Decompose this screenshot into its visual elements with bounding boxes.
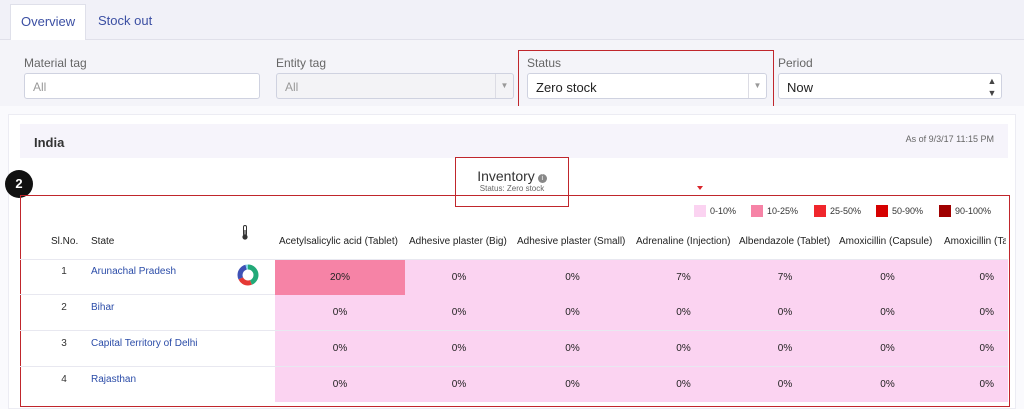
heatmap-cell[interactable]: 0% [835,367,940,402]
period-value: Now [787,80,814,95]
heatmap-cell[interactable]: 0% [632,331,735,366]
heatmap-cell[interactable]: 0% [735,295,835,330]
heatmap-cell[interactable]: 7% [632,260,735,295]
material-tag-input[interactable]: All [24,73,260,99]
row-number: 1 [61,266,67,277]
status-highlight-box [518,50,774,112]
legend-swatch [694,205,706,217]
heatmap-cell[interactable]: 0% [735,331,835,366]
legend-swatch [939,205,951,217]
entity-tag-select[interactable]: All ▼ [276,73,514,99]
legend-swatch [876,205,888,217]
heatmap-cell[interactable]: 0% [513,367,632,402]
header-material[interactable]: Albendazole (Tablet) [739,236,830,247]
heatmap-cell[interactable]: 7% [735,260,835,295]
heatmap-cell[interactable]: 0% [405,331,513,366]
entity-tag-value: All [285,80,299,94]
heatmap-cell[interactable]: 0% [940,331,1008,366]
step-badge: 2 [5,170,33,198]
heatmap-cell[interactable]: 0% [940,367,1008,402]
heatmap-cell[interactable]: 0% [940,295,1008,330]
heatmap-cell[interactable]: 0% [835,260,940,295]
heatmap-cell[interactable]: 0% [735,367,835,402]
heatmap-cell[interactable]: 0% [275,331,405,366]
heatmap-cell[interactable]: 0% [405,295,513,330]
header-material[interactable]: Adhesive plaster (Small) [517,236,625,247]
heatmap-cell[interactable]: 0% [513,331,632,366]
heatmap-cell[interactable]: 0% [275,295,405,330]
heatmap-cell[interactable]: 0% [513,295,632,330]
region-name: India [34,135,65,150]
heatmap-cell[interactable]: 0% [275,367,405,402]
state-link[interactable]: Capital Territory of Delhi [91,338,198,349]
header-material[interactable]: Amoxicillin (Capsule) [839,236,932,247]
state-link[interactable]: Arunachal Pradesh [91,266,176,277]
marker-icon [697,186,703,190]
row-number: 4 [61,374,67,385]
heatmap-cell[interactable]: 0% [405,260,513,295]
tab-overview[interactable]: Overview [10,4,86,41]
header-material[interactable]: Amoxicillin (Ta [944,236,1006,247]
period-label: Period [778,56,813,70]
tab-bar: Overview Stock out prediction [0,0,1024,62]
heatmap-cell[interactable]: 0% [940,260,1008,295]
thermometer-icon[interactable] [242,225,248,240]
heatmap-cell[interactable]: 0% [405,367,513,402]
as-of-timestamp: As of 9/3/17 11:15 PM [905,134,994,144]
heatmap-cell[interactable]: 0% [513,260,632,295]
header-slno: Sl.No. [51,236,79,247]
tab-stock-out-prediction[interactable]: Stock out prediction [88,4,216,62]
legend-swatch [751,205,763,217]
row-number: 3 [61,338,67,349]
state-link[interactable]: Bihar [91,302,114,313]
header-state[interactable]: State [91,236,114,247]
chevron-down-icon: ▼ [495,74,513,98]
state-link[interactable]: Rajasthan [91,374,136,385]
header-material[interactable]: Acetylsalicylic acid (Tablet) [279,236,398,247]
entity-tag-label: Entity tag [276,56,327,70]
period-select[interactable]: Now ▲ ▼ [778,73,1002,99]
updown-chevron-icon: ▲ ▼ [987,76,997,98]
heatmap-cell[interactable]: 20% [275,260,405,295]
header-material[interactable]: Adhesive plaster (Big) [409,236,507,247]
header-material[interactable]: Adrenaline (Injection) [636,236,731,247]
legend-swatch [814,205,826,217]
heatmap-cell[interactable]: 0% [835,295,940,330]
region-header: India As of 9/3/17 11:15 PM [20,124,1008,158]
donut-chart-icon[interactable] [237,264,259,286]
material-tag-label: Material tag [24,56,87,70]
row-number: 2 [61,302,67,313]
heatmap-cell[interactable]: 0% [632,367,735,402]
heatmap-cell[interactable]: 0% [632,295,735,330]
heatmap-cell[interactable]: 0% [835,331,940,366]
filter-bar: Material tag All Entity tag All ▼ Status… [0,40,1024,106]
